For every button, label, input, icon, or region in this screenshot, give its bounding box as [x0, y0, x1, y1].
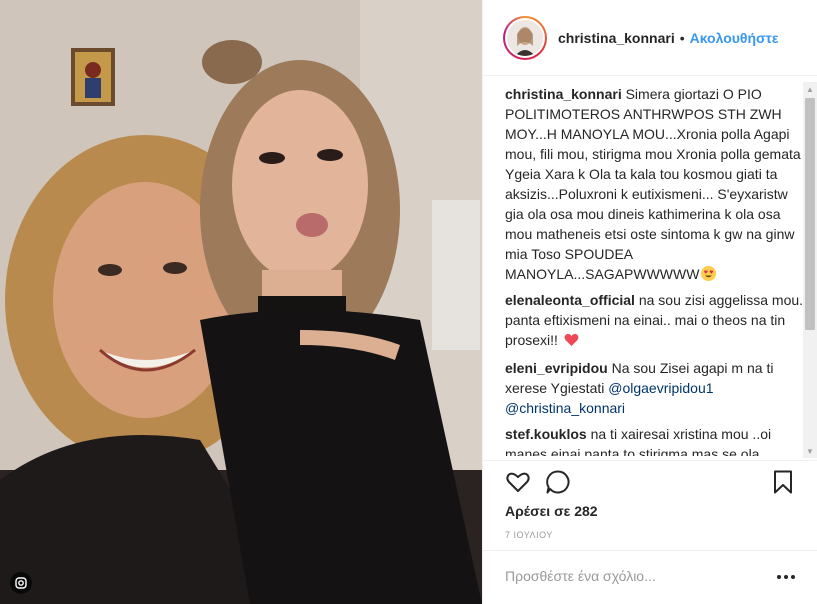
comment-username[interactable]: elenaleonta_official	[505, 292, 635, 308]
mention-link[interactable]: @olgaevripidou1	[608, 380, 713, 396]
scroll-up-arrow-icon[interactable]: ▲	[803, 82, 817, 96]
post-date[interactable]: 7 ΙΟΥΛΙΟΥ	[505, 530, 553, 540]
comment-text: Simera giortazi O PIO POLITIMOTEROS ANTH…	[505, 86, 801, 282]
post-actions	[483, 460, 817, 504]
avatar-image	[507, 19, 543, 56]
scroll-thumb[interactable]	[805, 98, 815, 330]
mention-link[interactable]: @christina_konnari	[505, 400, 625, 416]
avatar[interactable]	[503, 15, 547, 60]
add-comment-section	[483, 550, 817, 604]
comments-list[interactable]: christina_konnari Simera giortazi O PIO …	[483, 84, 817, 456]
red-heart-emoji-icon	[564, 332, 579, 352]
follow-button[interactable]: Ακολουθήστε	[690, 30, 779, 46]
post-sidebar: christina_konnari • Ακολουθήστε christin…	[482, 0, 817, 604]
face-right	[232, 90, 368, 280]
heart-eyes-emoji-icon	[701, 266, 717, 281]
radiator	[432, 200, 480, 350]
heart-outline-icon[interactable]	[505, 469, 531, 495]
comment-username[interactable]: christina_konnari	[505, 86, 622, 102]
separator-dot: •	[679, 29, 685, 46]
instagram-icon	[10, 572, 32, 594]
bookmark-icon[interactable]	[770, 469, 796, 495]
likes-count[interactable]: Αρέσει σε 282	[505, 503, 598, 519]
post-photo[interactable]	[0, 0, 482, 604]
caption: christina_konnari Simera giortazi O PIO …	[505, 84, 810, 284]
username-link[interactable]: christina_konnari	[558, 30, 675, 46]
list-item: elenaleonta_official na sou zisi aggelis…	[505, 290, 810, 352]
comments-scrollbar[interactable]: ▲ ▼	[803, 82, 817, 458]
speech-bubble-icon[interactable]	[545, 469, 571, 495]
comment-input[interactable]	[505, 565, 755, 587]
list-item: eleni_evripidou Na sou Zisei agapi m na …	[505, 358, 810, 418]
comment-username[interactable]: stef.kouklos	[505, 426, 587, 442]
scroll-down-arrow-icon[interactable]: ▼	[803, 444, 817, 458]
comment-username[interactable]: eleni_evripidou	[505, 360, 608, 376]
ellipsis-icon[interactable]	[775, 569, 797, 585]
post-header: christina_konnari • Ακολουθήστε	[483, 0, 817, 76]
list-item: stef.kouklos na ti xairesai xristina mou…	[505, 424, 810, 456]
likes-prefix: Αρέσει σε	[505, 503, 571, 519]
likes-number: 282	[574, 503, 598, 519]
selfie-image	[0, 0, 482, 604]
